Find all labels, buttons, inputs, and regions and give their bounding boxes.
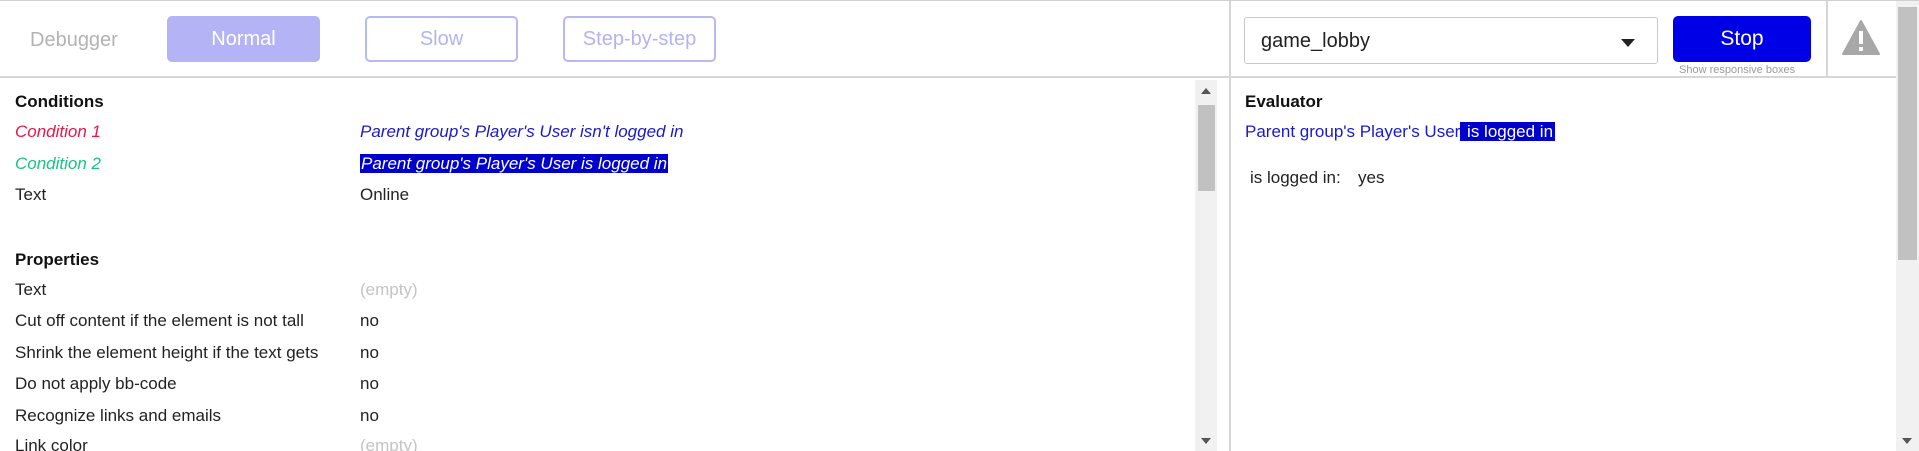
page-scroll-thumb[interactable] xyxy=(1898,7,1917,260)
evaluator-expression-selected[interactable]: is logged in xyxy=(1460,122,1556,141)
chevron-down-icon xyxy=(1621,39,1635,47)
toolbar-divider-warning xyxy=(1826,1,1828,78)
property-value: (empty) xyxy=(360,436,418,451)
bubble-debugger: Debugger Normal Slow Step-by-step game_l… xyxy=(0,0,1919,451)
page-scroll-down-arrow-icon[interactable] xyxy=(1902,438,1912,444)
property-label: Text xyxy=(15,280,47,299)
property-value: (empty) xyxy=(360,280,418,299)
conditions-section-title: Conditions xyxy=(15,92,104,111)
property-label: Shrink the element height if the text ge… xyxy=(15,343,319,362)
condition-2-expression[interactable]: Parent group's Player's User is logged i… xyxy=(360,154,669,174)
evaluator-result-label: is logged in: xyxy=(1250,168,1341,187)
condition-1-expression[interactable]: Parent group's Player's User isn't logge… xyxy=(360,122,683,142)
evaluator-result-value: yes xyxy=(1358,168,1385,187)
properties-section-title: Properties xyxy=(15,250,100,269)
inspector-scroll-thumb[interactable] xyxy=(1198,105,1215,191)
property-value: no xyxy=(360,343,379,362)
property-value: no xyxy=(360,311,379,330)
property-label: Do not apply bb-code xyxy=(15,374,177,393)
debugger-toolbar: Debugger Normal Slow Step-by-step game_l… xyxy=(0,1,1919,78)
property-value: no xyxy=(360,406,379,425)
evaluator-pane: Evaluator Parent group's Player's User i… xyxy=(1231,80,1896,451)
mode-normal-button[interactable]: Normal xyxy=(167,16,320,62)
condition-text-value: Online xyxy=(360,185,410,204)
page-select-dropdown[interactable]: game_lobby xyxy=(1244,17,1658,64)
evaluator-title: Evaluator xyxy=(1245,92,1323,111)
element-inspector-pane: Conditions Condition 1 Parent group's Pl… xyxy=(0,80,1195,451)
condition-1-label: Condition 1 xyxy=(15,122,102,141)
debugger-label: Debugger xyxy=(30,29,118,51)
warning-triangle-icon[interactable] xyxy=(1841,18,1881,58)
mode-step-by-step-button[interactable]: Step-by-step xyxy=(563,16,716,62)
property-label: Link color xyxy=(15,436,88,451)
property-label: Recognize links and emails xyxy=(15,406,221,425)
stop-button[interactable]: Stop xyxy=(1673,16,1811,62)
scroll-down-arrow-icon[interactable] xyxy=(1201,438,1211,444)
toolbar-divider xyxy=(1229,1,1231,78)
page-select-value: game_lobby xyxy=(1261,30,1370,52)
property-value: no xyxy=(360,374,379,393)
scroll-up-arrow-icon[interactable] xyxy=(1201,88,1211,94)
condition-2-label: Condition 2 xyxy=(15,154,102,173)
property-label: Cut off content if the element is not ta… xyxy=(15,311,304,330)
condition-text-label: Text xyxy=(15,185,47,204)
show-responsive-boxes-link[interactable]: Show responsive boxes xyxy=(1679,64,1795,76)
mode-slow-button[interactable]: Slow xyxy=(365,16,518,62)
condition-2-expression-text[interactable]: Parent group's Player's User is logged i… xyxy=(360,154,669,173)
evaluator-expression[interactable]: Parent group's Player's User is logged i… xyxy=(1245,122,1556,142)
evaluator-expression-prefix[interactable]: Parent group's Player's User xyxy=(1245,122,1460,141)
